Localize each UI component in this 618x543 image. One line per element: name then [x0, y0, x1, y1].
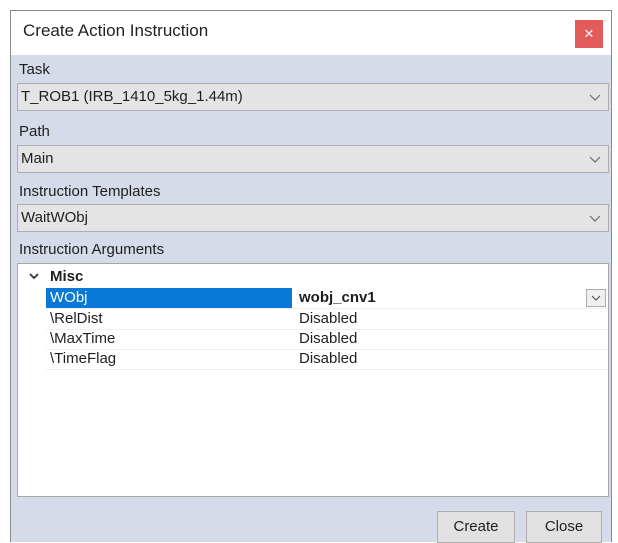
property-grid: Misc WObj wobj_cnv1 \RelDist Disabled \M… [17, 263, 609, 497]
create-button[interactable]: Create [437, 511, 515, 543]
property-name: \TimeFlag [50, 350, 117, 367]
close-button[interactable]: Close [526, 511, 602, 543]
task-label: Task [19, 61, 50, 78]
property-row-timeflag[interactable]: \TimeFlag Disabled [46, 349, 608, 370]
instruction-templates-value: WaitWObj [21, 209, 88, 226]
task-dropdown[interactable]: T_ROB1 (IRB_1410_5kg_1.44m) [17, 83, 609, 111]
path-dropdown[interactable]: Main [17, 145, 609, 173]
dialog-title: Create Action Instruction [23, 21, 209, 40]
property-value: Disabled [299, 350, 358, 367]
property-row-maxtime[interactable]: \MaxTime Disabled [46, 329, 608, 350]
create-action-instruction-dialog: Create Action Instruction × Task T_ROB1 … [10, 10, 612, 543]
property-name: WObj [46, 288, 292, 308]
instruction-arguments-label: Instruction Arguments [19, 241, 165, 258]
path-value: Main [21, 150, 54, 167]
category-label: Misc [50, 268, 84, 285]
category-misc[interactable]: Misc [18, 267, 608, 287]
property-row-wobj[interactable]: WObj wobj_cnv1 [46, 288, 608, 309]
property-value: Disabled [299, 310, 358, 327]
title-bar: Create Action Instruction × [11, 11, 611, 55]
property-value: wobj_cnv1 [299, 289, 376, 306]
chevron-down-icon [589, 215, 601, 222]
chevron-down-icon [591, 295, 601, 301]
task-value: T_ROB1 (IRB_1410_5kg_1.44m) [21, 88, 243, 105]
instruction-templates-label: Instruction Templates [19, 183, 161, 200]
close-icon[interactable]: × [575, 20, 603, 48]
property-name: \MaxTime [50, 330, 116, 347]
property-row-reldist[interactable]: \RelDist Disabled [46, 309, 608, 330]
chevron-down-icon [589, 156, 601, 163]
collapse-chevron-icon[interactable] [28, 270, 40, 282]
chevron-down-icon [589, 94, 601, 101]
property-name: \RelDist [50, 310, 103, 327]
property-value: Disabled [299, 330, 358, 347]
instruction-templates-dropdown[interactable]: WaitWObj [17, 204, 609, 232]
path-label: Path [19, 123, 50, 140]
value-dropdown-button[interactable] [586, 289, 606, 307]
